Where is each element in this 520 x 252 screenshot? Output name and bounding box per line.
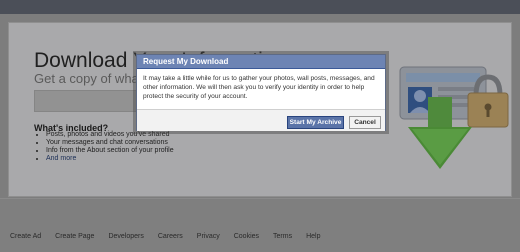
footer-link-privacy[interactable]: Privacy	[197, 233, 220, 240]
footer-link-create-page[interactable]: Create Page	[55, 233, 94, 240]
download-illustration	[399, 66, 509, 169]
dialog-header: Request My Download	[137, 55, 385, 69]
start-my-archive-button[interactable]: Start My Archive	[287, 116, 344, 129]
footer-link-careers[interactable]: Careers	[158, 233, 183, 240]
included-list: Posts, photos and videos you've shared Y…	[34, 131, 174, 163]
cancel-button[interactable]: Cancel	[349, 116, 381, 129]
dialog-message: It may take a little while for us to gat…	[143, 75, 375, 100]
list-item: And more	[46, 155, 174, 163]
footer-links: Create Ad Create Page Developers Careers…	[10, 233, 335, 240]
dialog-footer	[137, 109, 385, 131]
footer: Create Ad Create Page Developers Careers…	[0, 198, 520, 252]
footer-link-developers[interactable]: Developers	[108, 233, 143, 240]
footer-link-terms[interactable]: Terms	[273, 233, 292, 240]
and-more-link[interactable]: And more	[46, 155, 76, 162]
footer-link-help[interactable]: Help	[306, 233, 320, 240]
request-download-dialog: Request My Download It may take a little…	[136, 54, 386, 131]
footer-link-cookies[interactable]: Cookies	[234, 233, 259, 240]
list-item: Posts, photos and videos you've shared	[46, 131, 174, 139]
list-item: Your messages and chat conversations	[46, 139, 174, 147]
list-item: Info from the About section of your prof…	[46, 147, 174, 155]
footer-link-create-ad[interactable]: Create Ad	[10, 233, 41, 240]
top-navigation-bar	[0, 0, 520, 14]
dialog-title: Request My Download	[143, 57, 229, 66]
